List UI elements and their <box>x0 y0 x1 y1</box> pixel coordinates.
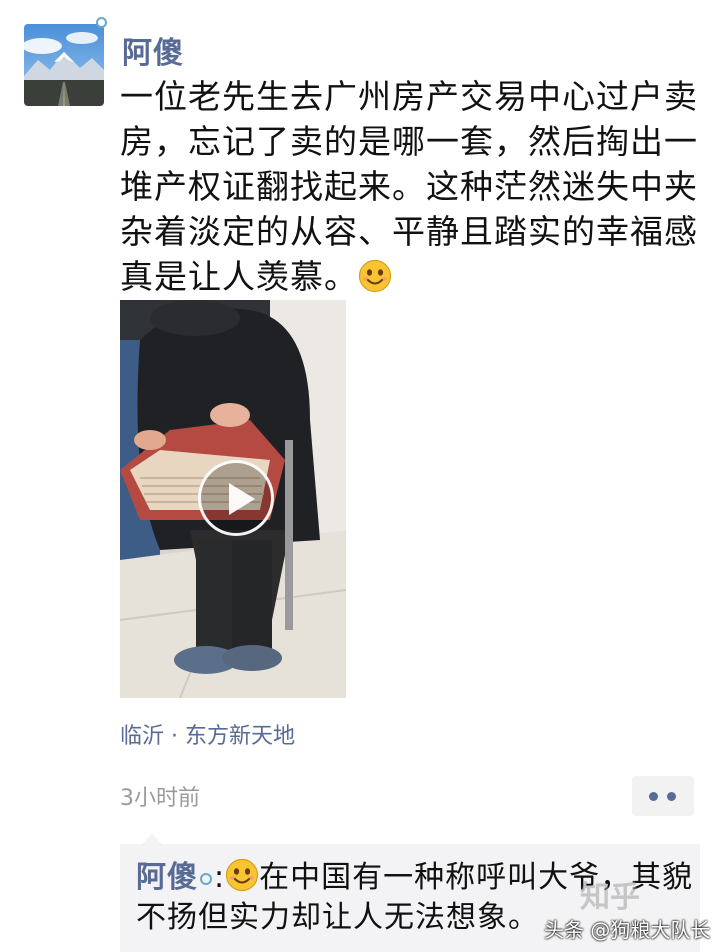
location-link[interactable]: 临沂 · 东方新天地 <box>120 718 295 750</box>
watermark-logo: 知乎 <box>580 880 640 915</box>
avatar[interactable] <box>24 24 104 106</box>
post-author[interactable]: 阿傻 <box>122 28 184 72</box>
avatar-image <box>24 24 104 106</box>
moments-feed: 阿傻 一位老先生去广州房产交易中心过户卖房，忘记了卖的是哪一套，然后掏出一堆产权… <box>0 0 720 952</box>
status-ring-icon <box>200 873 212 885</box>
smile-emoji-icon <box>226 858 259 892</box>
play-button-icon[interactable] <box>198 460 274 536</box>
smile-emoji-icon <box>358 259 392 293</box>
post-text-content: 一位老先生去广州房产交易中心过户卖房，忘记了卖的是哪一套，然后掏出一堆产权证翻找… <box>120 77 698 296</box>
comment-author[interactable]: 阿傻 <box>136 860 198 895</box>
post-timestamp: 3小时前 <box>120 786 200 811</box>
post-text: 一位老先生去广州房产交易中心过户卖房，忘记了卖的是哪一套，然后掏出一堆产权证翻找… <box>120 74 700 299</box>
more-dots-icon <box>667 792 676 801</box>
more-actions-button[interactable] <box>632 776 694 816</box>
comment-separator: : <box>214 860 226 895</box>
watermark-text: 头条 @狗粮大队长 <box>544 918 711 942</box>
more-dots-icon <box>649 792 658 801</box>
status-ring-icon <box>96 17 107 28</box>
video-thumbnail[interactable] <box>120 300 346 698</box>
